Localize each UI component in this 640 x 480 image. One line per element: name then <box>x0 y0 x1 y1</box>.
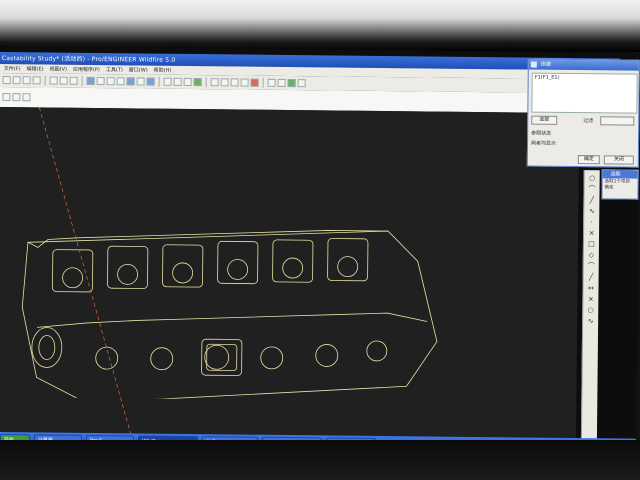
monitor-bottom-bezel <box>0 440 640 480</box>
sketch-icon[interactable] <box>2 93 11 102</box>
monitor-screen: Castability Study* (活动的) - Pro/ENGINEER … <box>0 46 640 480</box>
ok-button[interactable]: 确定 <box>577 155 600 165</box>
dialog-icon <box>530 61 537 68</box>
save-icon[interactable] <box>22 76 31 85</box>
select-button[interactable]: 选取 <box>531 115 558 125</box>
feature-toolbar: ○ ⌒ ╱ ∿ · × □ ◇ ⌒ ╱ ↔ × ○ ∿ <box>580 170 600 476</box>
graphics-window[interactable] <box>0 106 580 480</box>
revolve-icon[interactable] <box>22 93 31 102</box>
undo-icon[interactable] <box>49 76 58 85</box>
menu-edit[interactable]: 编辑(E) <box>27 65 44 72</box>
hidden-line-icon[interactable] <box>173 77 182 86</box>
view-orient-icon[interactable] <box>126 77 135 86</box>
print-icon[interactable] <box>32 76 41 85</box>
shading-icon[interactable] <box>193 78 202 87</box>
options-label: 参照状态 <box>531 130 552 137</box>
arc-icon[interactable]: ⌒ <box>588 185 595 193</box>
regenerate-icon[interactable] <box>69 76 78 85</box>
spline-icon[interactable]: ∿ <box>589 207 595 215</box>
status-text: 两者均显示 <box>530 140 557 147</box>
cross-icon[interactable]: × <box>589 229 595 237</box>
datum-axes-icon[interactable] <box>220 78 229 87</box>
window-title: Castability Study* (活动的) - Pro/ENGINEER … <box>1 55 176 64</box>
point-icon[interactable]: · <box>591 218 593 226</box>
circle-icon[interactable]: ○ <box>588 306 594 314</box>
circle-icon[interactable]: ○ <box>589 174 595 182</box>
analysis-icon[interactable] <box>267 78 276 87</box>
context-help-icon[interactable] <box>297 79 306 88</box>
line-icon[interactable]: ╱ <box>589 273 593 281</box>
menu-window[interactable]: 窗口(W) <box>129 66 148 73</box>
no-hidden-icon[interactable] <box>183 77 192 87</box>
annotations-icon[interactable] <box>250 78 259 87</box>
menu-file[interactable]: 文件(F) <box>4 65 21 72</box>
dialog-title-bar: 依据 <box>528 59 639 71</box>
menu-tools[interactable]: 工具(T) <box>106 66 123 73</box>
filter-label: 过滤 <box>583 118 594 125</box>
redo-icon[interactable] <box>59 76 68 85</box>
new-file-icon[interactable] <box>2 76 11 85</box>
zoom-in-icon[interactable] <box>96 77 105 86</box>
open-file-icon[interactable] <box>12 76 21 85</box>
saved-views-icon[interactable] <box>136 77 145 86</box>
layers-icon[interactable] <box>146 77 155 86</box>
close-button[interactable]: 关闭 <box>603 155 634 165</box>
toolbar-divider <box>205 77 207 88</box>
selection-panel: 选取 选取1个项目 确定 <box>601 169 639 200</box>
datum-planes-icon[interactable] <box>210 78 219 87</box>
dimension-icon[interactable]: ↔ <box>588 284 594 292</box>
toolbar-divider <box>262 77 264 88</box>
diamond-icon[interactable]: ◇ <box>589 251 594 259</box>
reference-list-item[interactable]: F1(F1_E1) <box>535 75 560 81</box>
repaint-icon[interactable] <box>86 76 95 85</box>
cross-icon[interactable]: × <box>588 295 594 303</box>
castability-icon[interactable] <box>287 79 296 88</box>
monitor-bezel <box>0 0 640 52</box>
wireframe-icon[interactable] <box>163 77 172 86</box>
arc-icon[interactable]: ⌒ <box>588 262 595 270</box>
menu-help[interactable]: 帮助(H) <box>154 67 172 74</box>
datum-points-icon[interactable] <box>230 78 239 87</box>
zoom-fit-icon[interactable] <box>116 77 125 86</box>
line-icon[interactable]: ╱ <box>590 196 594 204</box>
reference-list[interactable]: F1(F1_E1) <box>531 72 638 114</box>
menu-view[interactable]: 视图(V) <box>50 66 67 73</box>
measure-icon[interactable] <box>277 78 286 87</box>
reference-dialog: 依据 F1(F1_E1) 选取 过滤 参照状态 两者均显示 确定 关闭 <box>526 58 640 168</box>
coordinate-systems-icon[interactable] <box>240 78 249 87</box>
menu-applications[interactable]: 应用程序(P) <box>73 66 100 73</box>
selection-panel-line2[interactable]: 确定 <box>603 184 638 190</box>
spline-icon[interactable]: ∿ <box>588 317 594 325</box>
toolbar-divider <box>158 76 160 87</box>
filter-dropdown[interactable] <box>600 116 635 126</box>
datum-axis-line <box>39 107 146 480</box>
square-icon[interactable]: □ <box>588 240 595 248</box>
toolbar-divider <box>81 75 83 86</box>
zoom-out-icon[interactable] <box>106 77 115 86</box>
toolbar-divider <box>44 75 46 86</box>
extrude-icon[interactable] <box>12 93 21 102</box>
dialog-title: 依据 <box>540 61 551 68</box>
